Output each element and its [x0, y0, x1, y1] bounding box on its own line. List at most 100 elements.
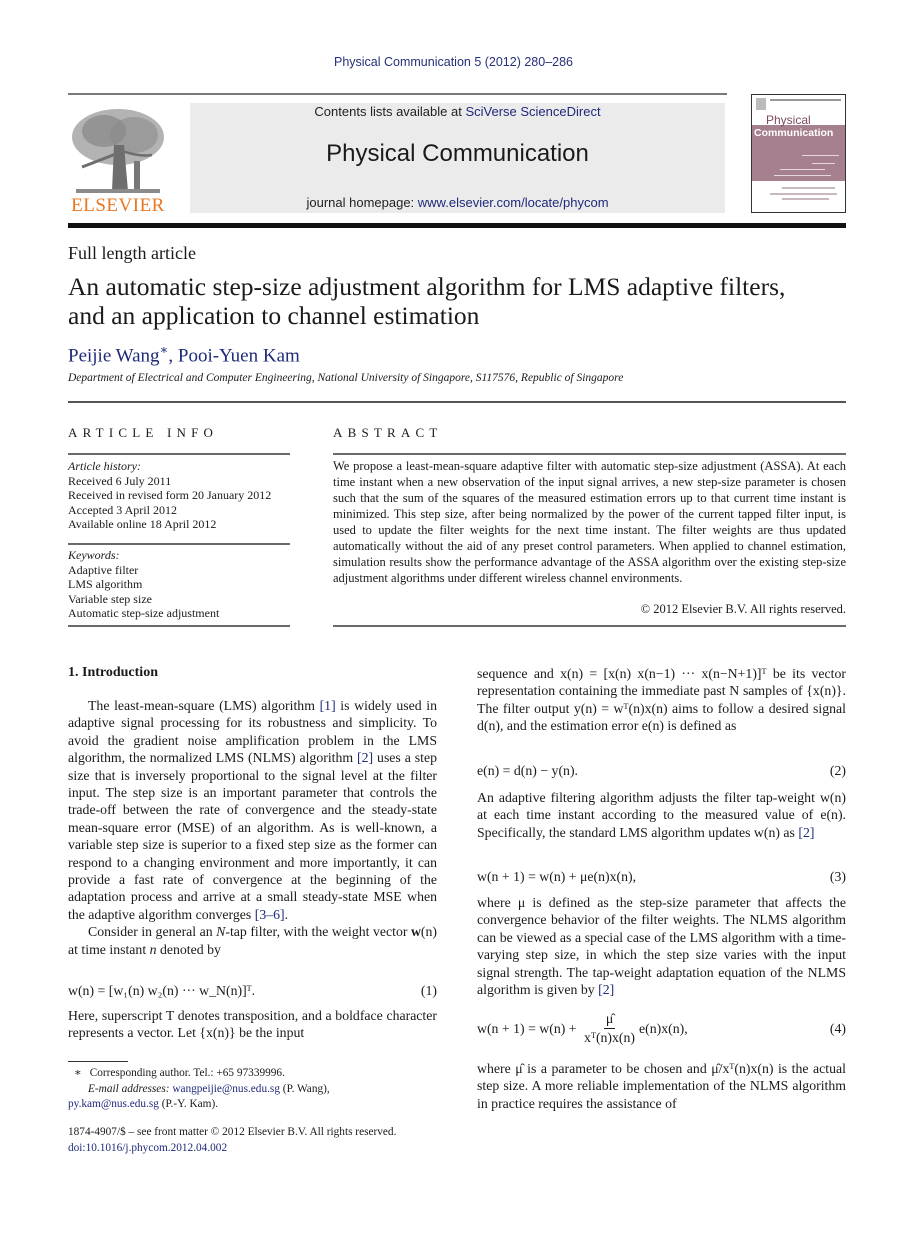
- fraction-numerator: μ̂: [603, 1010, 616, 1029]
- front-matter: 1874-4907/$ – see front matter © 2012 El…: [68, 1124, 458, 1156]
- contents-prefix: Contents lists available at: [314, 104, 466, 119]
- right-paragraph-2: An adaptive filtering algorithm adjusts …: [477, 789, 846, 841]
- header-divider: [68, 93, 727, 95]
- journal-cover-thumbnail[interactable]: Physical Communication: [751, 94, 846, 213]
- citation-link[interactable]: [2]: [798, 825, 814, 840]
- equation-number: (4): [829, 1020, 846, 1036]
- text-run: .: [284, 906, 289, 922]
- header-thick-rule: [68, 223, 846, 228]
- author-list: Peijie Wang∗, Pooi-Yuen Kam: [68, 342, 300, 367]
- keyword: Adaptive filter: [68, 562, 139, 577]
- abstract-rule: [333, 453, 846, 455]
- text-run: The least-mean-square (LMS) algorithm: [88, 698, 320, 713]
- cover-badge: [756, 98, 766, 110]
- doi-link[interactable]: doi:10.1016/j.phycom.2012.04.002: [68, 1140, 458, 1156]
- abstract-copyright: © 2012 Elsevier B.V. All rights reserved…: [640, 602, 846, 616]
- article-history: Article history: Received 6 July 2011 Re…: [68, 459, 271, 532]
- front-matter-text: 1874-4907/$ – see front matter © 2012 El…: [68, 1126, 397, 1138]
- author-name[interactable]: Peijie Wang: [68, 345, 160, 366]
- title-divider: [68, 401, 846, 403]
- title-line-2: and an application to channel estimation: [68, 301, 480, 330]
- intro-paragraph-3: Here, superscript T denotes transpositio…: [68, 1008, 437, 1041]
- article-info-rule: [68, 453, 290, 455]
- equation-body: e(n) = d(n) − y(n).: [477, 763, 578, 778]
- equation-number: (1): [420, 983, 437, 998]
- footnote-rule: [68, 1061, 128, 1062]
- email-link[interactable]: wangpeijie@nus.edu.sg: [172, 1083, 280, 1095]
- title-line-1: An automatic step-size adjustment algori…: [68, 272, 786, 301]
- right-paragraph-1: sequence and x(n) = [x(n) x(n−1) ··· x(n…: [477, 666, 846, 734]
- corresponding-text: Corresponding author. Tel.: +65 97339996…: [89, 1067, 285, 1079]
- author-separator: ,: [168, 345, 178, 367]
- footnote-corresponding: ∗ Corresponding author. Tel.: +65 9733999…: [68, 1066, 458, 1113]
- text-run: An adaptive filtering algorithm adjusts …: [477, 790, 846, 840]
- equation-number: (3): [829, 869, 846, 884]
- citation-link[interactable]: [2]: [357, 750, 373, 765]
- keyword: LMS algorithm: [68, 577, 143, 591]
- intro-paragraph-1: The least-mean-square (LMS) algorithm [1…: [68, 697, 437, 958]
- article-title: An automatic step-size adjustment algori…: [68, 272, 858, 330]
- author-name[interactable]: Pooi-Yuen Kam: [178, 345, 300, 366]
- text-run: uses a step size that is inversely propo…: [68, 750, 437, 922]
- equation-fraction: μ̂ xᵀ(n)x(n): [582, 1010, 637, 1047]
- article-info-rule: [68, 625, 290, 627]
- keyword: Automatic step-size adjustment: [68, 606, 220, 620]
- fraction-denominator: xᵀ(n)x(n): [584, 1030, 636, 1045]
- email-link[interactable]: py.kam@nus.edu.sg: [68, 1098, 159, 1110]
- article-info-heading: ARTICLE INFO: [68, 425, 219, 440]
- elsevier-tree-icon: [72, 109, 164, 193]
- history-item: Received in revised form 20 January 2012: [68, 488, 272, 502]
- homepage-prefix: journal homepage:: [306, 195, 418, 210]
- running-head: Physical Communication 5 (2012) 280–286: [333, 55, 574, 69]
- text-run: denoted by: [156, 941, 221, 957]
- keyword: Variable step size: [68, 591, 152, 606]
- homepage-line: journal homepage: www.elsevier.com/locat…: [190, 195, 725, 210]
- right-paragraph-4: where μ̂ is a parameter to be chosen and…: [477, 1061, 846, 1111]
- equation-body: w(n + 1) = w(n) + μ̂ xᵀ(n)x(n) e(n)x(n),: [477, 1010, 688, 1047]
- email-owner: (P. Wang),: [279, 1082, 330, 1095]
- equation-2: e(n) = d(n) − y(n). (2): [477, 762, 846, 779]
- history-item: Accepted 3 April 2012: [68, 502, 177, 517]
- journal-homepage-link[interactable]: www.elsevier.com/locate/phycom: [418, 195, 609, 210]
- cover-header-line: [770, 99, 841, 101]
- sciencedirect-link[interactable]: SciVerse ScienceDirect: [465, 104, 600, 119]
- history-item: Received 6 July 2011: [68, 473, 172, 488]
- equation-3: w(n + 1) = w(n) + μe(n)x(n), (3): [477, 868, 846, 885]
- equation-lhs: w(n + 1) = w(n) +: [477, 1020, 581, 1036]
- text-run: -tap filter, with the weight vector: [225, 924, 411, 940]
- section-heading: 1. Introduction: [68, 665, 158, 680]
- math-symbol: N: [216, 924, 226, 940]
- abstract-heading: ABSTRACT: [333, 425, 443, 440]
- equation-body: w(n) = [w₁(n) w₂(n) ··· w_N(n)]ᵀ.: [68, 983, 256, 998]
- history-label: Article history:: [68, 459, 141, 473]
- text-run: Consider in general an: [88, 924, 217, 940]
- contents-line: Contents lists available at SciVerse Sci…: [190, 104, 725, 119]
- abstract-text: We propose a least-mean-square adaptive …: [333, 459, 846, 585]
- right-paragraph-3: where μ is defined as the step-size para…: [477, 894, 846, 998]
- math-symbol: w: [410, 924, 421, 940]
- citation-link[interactable]: [1]: [320, 698, 336, 713]
- affiliation: Department of Electrical and Computer En…: [68, 372, 624, 384]
- equation-rhs: e(n)x(n),: [639, 1020, 688, 1036]
- email-owner: (P.-Y. Kam).: [158, 1098, 219, 1110]
- equation-4: w(n + 1) = w(n) + μ̂ xᵀ(n)x(n) e(n)x(n),…: [477, 1010, 846, 1047]
- cover-title-physical: Physical: [766, 113, 811, 127]
- keywords: Keywords: Adaptive filter LMS algorithm …: [68, 548, 219, 621]
- elsevier-logo[interactable]: ELSEVIER: [68, 105, 168, 216]
- article-type: Full length article: [68, 243, 196, 263]
- email-label: E-mail addresses:: [88, 1082, 170, 1095]
- cover-title-communication: Communication: [754, 127, 834, 139]
- article-info-rule: [68, 543, 290, 545]
- abstract-rule: [333, 625, 846, 627]
- elsevier-wordmark: ELSEVIER: [71, 195, 165, 216]
- equation-body: w(n + 1) = w(n) + μe(n)x(n),: [477, 869, 637, 884]
- keywords-label: Keywords:: [68, 548, 120, 562]
- footnote-star: ∗: [74, 1067, 82, 1079]
- equation-1: w(n) = [w₁(n) w₂(n) ··· w_N(n)]ᵀ. (1): [68, 982, 437, 999]
- citation-link[interactable]: [2]: [598, 982, 614, 997]
- text-run: where μ is defined as the step-size para…: [477, 895, 846, 998]
- equation-number: (2): [829, 763, 846, 778]
- journal-title: Physical Communication: [326, 140, 589, 167]
- math-symbol: n: [149, 941, 157, 957]
- citation-link[interactable]: [3–6]: [255, 907, 285, 922]
